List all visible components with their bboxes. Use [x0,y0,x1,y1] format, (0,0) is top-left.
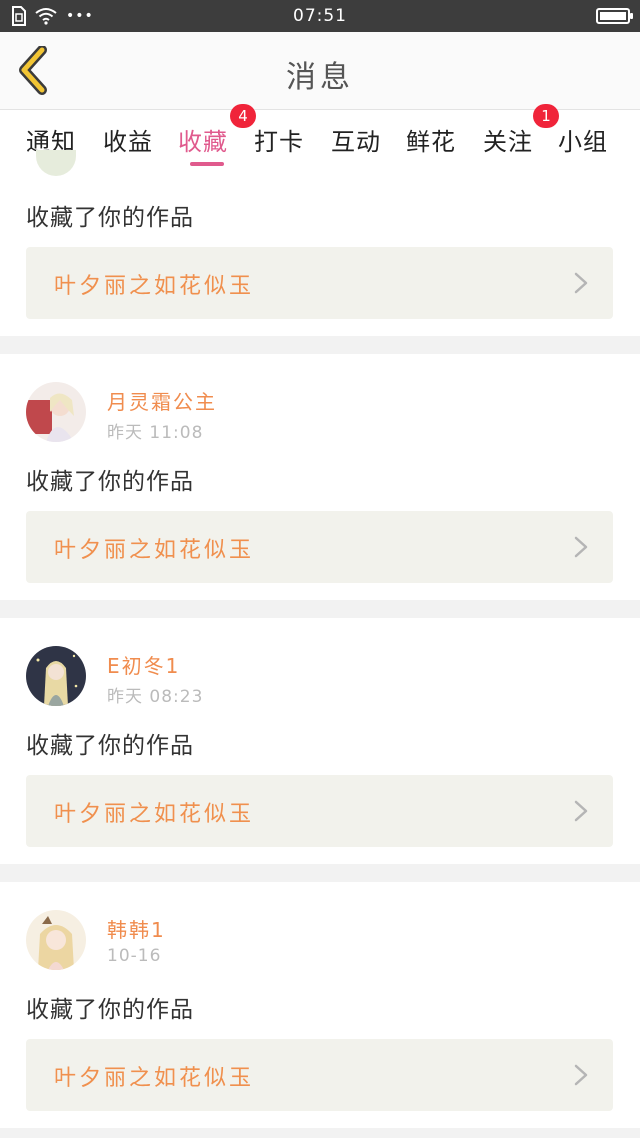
action-text: 收藏了你的作品 [26,997,194,1023]
timestamp: 昨天 08:23 [107,687,204,707]
tab-groups[interactable]: 小组 [558,122,608,157]
battery-icon [596,8,633,24]
work-link[interactable]: 叶夕丽之如花似玉 [26,247,613,319]
work-link[interactable]: 叶夕丽之如花似玉 [26,511,613,583]
action-text: 收藏了你的作品 [26,469,194,495]
username[interactable]: 月灵霜公主 [107,386,217,415]
tab-favorites[interactable]: 收藏 [178,122,228,157]
list-item: 收藏了你的作品 叶夕丽之如花似玉 [0,150,640,336]
list-item: 月灵霜公主 昨天 11:08 收藏了你的作品 叶夕丽之如花似玉 [0,354,640,600]
avatar[interactable] [26,646,86,706]
avatar [36,150,76,176]
status-bar: ••• 07:51 [0,0,640,32]
chevron-right-icon [574,800,588,822]
work-title: 叶夕丽之如花似玉 [54,538,255,563]
work-title: 叶夕丽之如花似玉 [54,802,255,827]
timestamp: 10-16 [107,946,162,966]
work-title: 叶夕丽之如花似玉 [54,1066,255,1091]
work-link[interactable]: 叶夕丽之如花似玉 [26,1039,613,1111]
avatar[interactable] [26,910,86,970]
timestamp: 昨天 11:08 [107,423,204,443]
avatar[interactable] [26,382,86,442]
username[interactable]: 韩韩1 [107,914,166,943]
tab-interaction[interactable]: 互动 [331,122,381,157]
follow-badge: 1 [533,104,559,128]
username[interactable]: E初冬1 [107,650,180,679]
work-title: 叶夕丽之如花似玉 [54,274,255,299]
tab-flowers[interactable]: 鲜花 [406,122,456,157]
work-link[interactable]: 叶夕丽之如花似玉 [26,775,613,847]
page-title: 消息 [286,60,354,95]
status-time: 07:51 [293,6,347,26]
chevron-right-icon [574,1064,588,1086]
tab-earnings[interactable]: 收益 [103,122,153,157]
list-item: E初冬1 昨天 08:23 收藏了你的作品 叶夕丽之如花似玉 [0,618,640,864]
tab-follow[interactable]: 关注 [483,122,533,157]
favorites-badge: 4 [230,104,256,128]
chevron-right-icon [574,536,588,558]
tab-bar: 通知 收益 收藏 4 打卡 互动 鲜花 关注 1 小组 [0,104,640,168]
list-item: 韩韩1 10-16 收藏了你的作品 叶夕丽之如花似玉 [0,882,640,1128]
tab-checkin[interactable]: 打卡 [254,122,304,157]
chevron-right-icon [574,272,588,294]
action-text: 收藏了你的作品 [26,205,194,231]
header: 消息 [0,32,640,110]
message-list: 收藏了你的作品 叶夕丽之如花似玉 月灵霜公主 昨天 11:08 收藏了你的作品 … [0,150,640,1138]
action-text: 收藏了你的作品 [26,733,194,759]
active-tab-indicator [190,162,224,166]
